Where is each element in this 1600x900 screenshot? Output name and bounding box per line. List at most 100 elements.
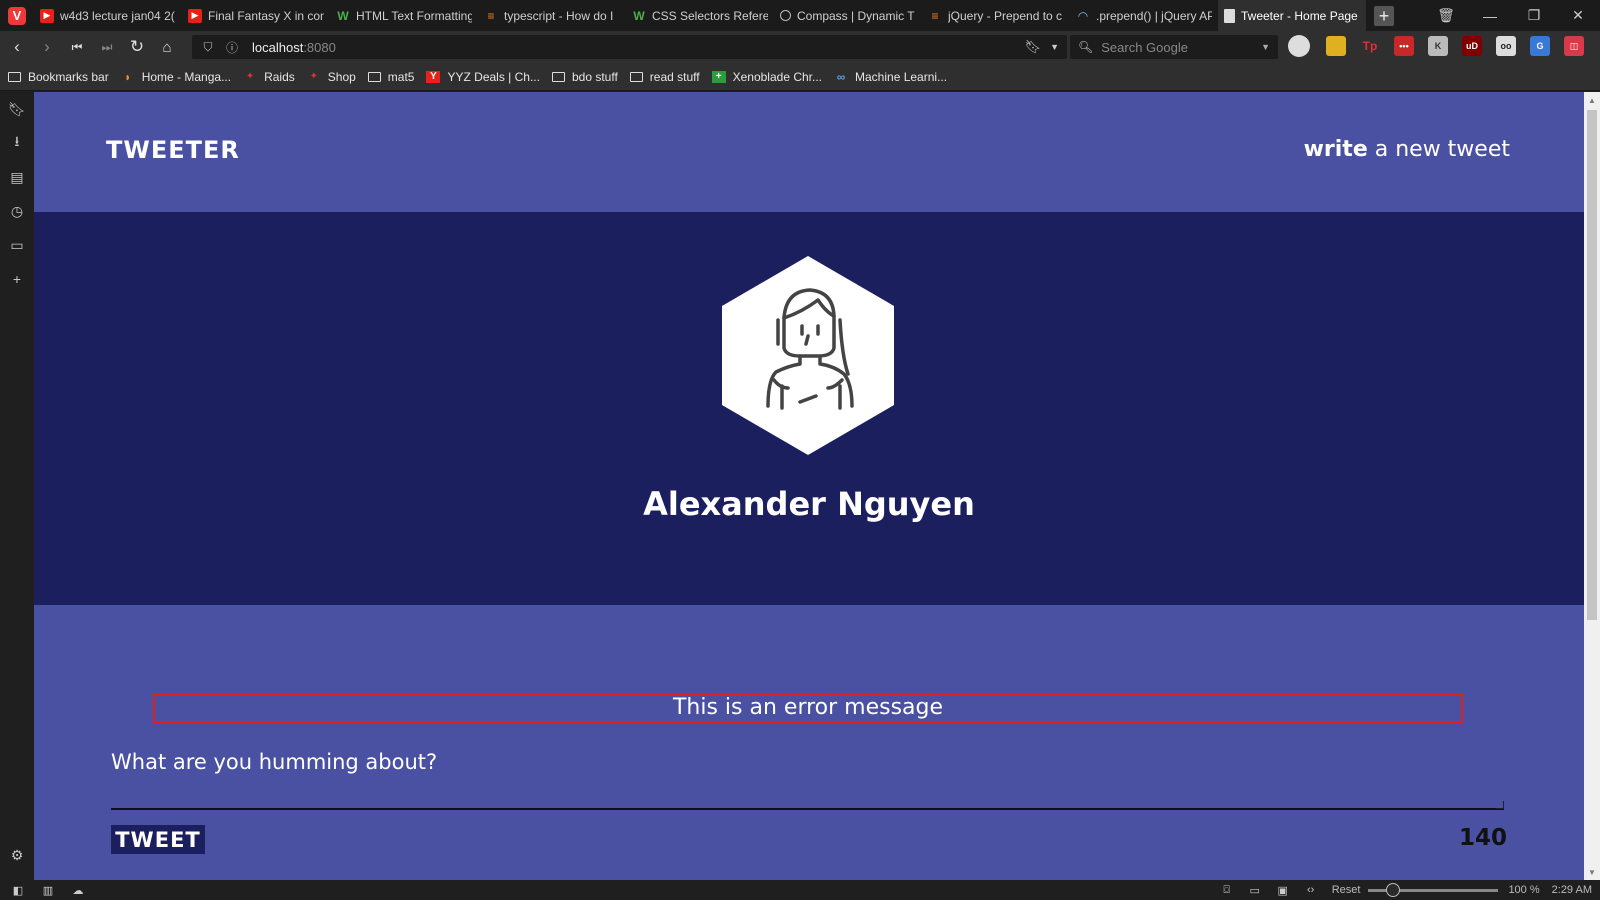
link-icon: ∞ bbox=[836, 69, 846, 84]
search-icon: 🔍︎ bbox=[1078, 40, 1094, 54]
brand-logo[interactable]: TWEETER bbox=[106, 136, 240, 164]
history-icon[interactable]: ◷ bbox=[0, 194, 34, 228]
tab-tiling-icon[interactable]: ▥ bbox=[38, 884, 58, 897]
add-panel-icon[interactable]: + bbox=[0, 262, 34, 296]
raid-icon: ✦ bbox=[245, 71, 255, 82]
bookmark-label: read stuff bbox=[649, 69, 700, 84]
github-icon bbox=[780, 10, 791, 21]
tweet-textarea[interactable] bbox=[111, 740, 1504, 810]
page-scrollbar[interactable]: ▲ ▼ bbox=[1584, 92, 1600, 880]
stackoverflow-icon: ≡ bbox=[931, 8, 939, 23]
settings-gear-icon[interactable]: ⚙ bbox=[0, 838, 34, 872]
avatar bbox=[722, 256, 894, 455]
bookmark-item[interactable]: + Xenoblade Chr... bbox=[711, 70, 822, 84]
youtube-icon: ▶ bbox=[188, 8, 202, 23]
page-actions-icon[interactable]: ‹› bbox=[1300, 884, 1322, 896]
scroll-up-icon[interactable]: ▲ bbox=[1584, 92, 1600, 108]
chevron-down-icon[interactable]: ▼ bbox=[1050, 42, 1059, 52]
ublock-icon[interactable]: uD bbox=[1462, 36, 1482, 56]
zoom-slider-knob[interactable] bbox=[1386, 882, 1401, 897]
xenoblade-icon: + bbox=[711, 70, 726, 83]
tweet-button[interactable]: TWEET bbox=[111, 825, 205, 854]
folder-icon bbox=[367, 71, 381, 82]
extension-red-icon[interactable]: ◫ bbox=[1564, 36, 1584, 56]
bookmark-icon[interactable]: 🔖︎ bbox=[1024, 39, 1041, 55]
tab-2[interactable]: ▶ Final Fantasy X in con bbox=[182, 0, 330, 31]
close-button[interactable]: ✕ bbox=[1556, 0, 1600, 31]
chevron-down-icon[interactable]: ▼ bbox=[1261, 42, 1270, 52]
extension-notes-icon[interactable] bbox=[1326, 36, 1346, 56]
bookmark-item[interactable]: Bookmarks bar bbox=[8, 70, 109, 84]
tab-label: w4d3 lecture jan04 2( bbox=[60, 8, 175, 23]
search-field[interactable]: 🔍︎ Search Google ▼ bbox=[1070, 35, 1278, 59]
tab-5[interactable]: W CSS Selectors Referen bbox=[626, 0, 774, 31]
scroll-down-icon[interactable]: ▼ bbox=[1584, 864, 1600, 880]
zoom-slider[interactable] bbox=[1368, 882, 1499, 897]
profile-username: Alexander Nguyen bbox=[643, 485, 975, 523]
reload-button[interactable]: ↻ bbox=[122, 32, 152, 62]
page-tiling-icon[interactable]: ▭ bbox=[1244, 884, 1266, 897]
bookmark-item[interactable]: mat5 bbox=[367, 70, 414, 84]
document-icon bbox=[1224, 8, 1235, 23]
tab-strip: V ▶ w4d3 lecture jan04 2( ▶ Final Fantas… bbox=[0, 0, 1600, 31]
resize-grip-icon[interactable] bbox=[1496, 801, 1504, 809]
tab-4[interactable]: ≡ typescript - How do I bbox=[478, 0, 626, 31]
write-new-tweet-link[interactable]: write a new tweet bbox=[1304, 137, 1510, 162]
images-icon[interactable]: ▣ bbox=[1272, 884, 1294, 897]
tab-label: .prepend() | jQuery AP bbox=[1096, 8, 1212, 23]
home-button[interactable]: ⌂ bbox=[152, 32, 182, 62]
scroll-thumb[interactable] bbox=[1587, 110, 1597, 620]
shield-icon[interactable]: ⛉ bbox=[200, 40, 216, 55]
bookmark-item[interactable]: ◗ Home - Manga... bbox=[121, 70, 231, 84]
rewind-button[interactable]: ⏮ bbox=[62, 32, 92, 62]
tab-8[interactable]: ◠ .prepend() | jQuery AP bbox=[1070, 0, 1218, 31]
status-left: ◧ ▥ ☁ bbox=[8, 884, 98, 897]
notes-icon[interactable]: ▤ bbox=[0, 160, 34, 194]
new-tab-button[interactable]: + bbox=[1374, 5, 1394, 26]
trash-icon[interactable]: 🗑 bbox=[1424, 0, 1468, 31]
minimize-button[interactable]: — bbox=[1468, 0, 1512, 31]
tab-label: Tweeter - Home Page bbox=[1241, 8, 1358, 23]
downloads-icon[interactable]: ⭳ bbox=[0, 126, 34, 160]
extension-glasses-icon[interactable]: oo bbox=[1496, 36, 1516, 56]
tab-3[interactable]: W HTML Text Formatting bbox=[330, 0, 478, 31]
folder-icon bbox=[629, 71, 643, 82]
extensions: Tp ••• K uD oo G ◫ bbox=[1288, 35, 1598, 57]
bookmark-label: Shop bbox=[327, 69, 356, 84]
panel-toggle-icon[interactable]: ◧ bbox=[8, 884, 28, 897]
zoom-level: 100 % bbox=[1508, 884, 1540, 896]
web-page: TWEETER write a new tweet Alexander Nguy… bbox=[34, 92, 1584, 880]
capture-icon[interactable]: ⌼ bbox=[1216, 884, 1238, 897]
bookmark-label: YYZ Deals | Ch... bbox=[447, 69, 540, 84]
bookmark-item[interactable]: ∞ Machine Learni... bbox=[834, 70, 947, 84]
window-panel-icon[interactable]: ▭ bbox=[0, 228, 34, 262]
tab-active[interactable]: Tweeter - Home Page bbox=[1218, 0, 1366, 31]
profile-avatar-icon[interactable] bbox=[1288, 35, 1310, 57]
forward-button[interactable]: › bbox=[32, 32, 62, 62]
vivaldi-logo-icon[interactable]: V bbox=[0, 0, 34, 31]
google-translate-icon[interactable]: G bbox=[1530, 36, 1550, 56]
yyz-icon: Y bbox=[426, 70, 441, 83]
tab-1[interactable]: ▶ w4d3 lecture jan04 2( bbox=[34, 0, 182, 31]
extension-k-icon[interactable]: K bbox=[1428, 36, 1448, 56]
extension-tp-icon[interactable]: Tp bbox=[1360, 36, 1380, 56]
bookmarks-panel-icon[interactable]: 🔖︎ bbox=[0, 92, 34, 126]
extension-lastpass-icon[interactable]: ••• bbox=[1394, 36, 1414, 56]
site-info-icon[interactable]: ⓘ bbox=[224, 39, 240, 56]
bookmark-item[interactable]: bdo stuff bbox=[551, 70, 618, 84]
tab-6[interactable]: Compass | Dynamic T bbox=[774, 0, 922, 31]
bookmark-item[interactable]: ✦ Raids bbox=[243, 70, 295, 84]
bookmark-item[interactable]: Y YYZ Deals | Ch... bbox=[426, 69, 540, 84]
tab-7[interactable]: ≡ jQuery - Prepend to c bbox=[922, 0, 1070, 31]
bookmark-item[interactable]: ✦ Shop bbox=[307, 70, 356, 84]
address-field[interactable]: ⛉ ⓘ localhost:8080 🔖︎ ▼ bbox=[192, 35, 1067, 59]
zoom-reset-button[interactable]: Reset bbox=[1332, 884, 1361, 896]
sync-cloud-icon[interactable]: ☁ bbox=[68, 884, 88, 897]
bookmark-item[interactable]: read stuff bbox=[629, 69, 700, 84]
write-rest: a new tweet bbox=[1367, 137, 1510, 162]
tab-label: jQuery - Prepend to c bbox=[948, 8, 1063, 23]
fast-forward-button[interactable]: ⏭ bbox=[92, 32, 122, 62]
page-nav: TWEETER write a new tweet bbox=[34, 92, 1584, 212]
back-button[interactable]: ‹ bbox=[2, 32, 32, 62]
restore-button[interactable]: ❐ bbox=[1512, 0, 1556, 31]
